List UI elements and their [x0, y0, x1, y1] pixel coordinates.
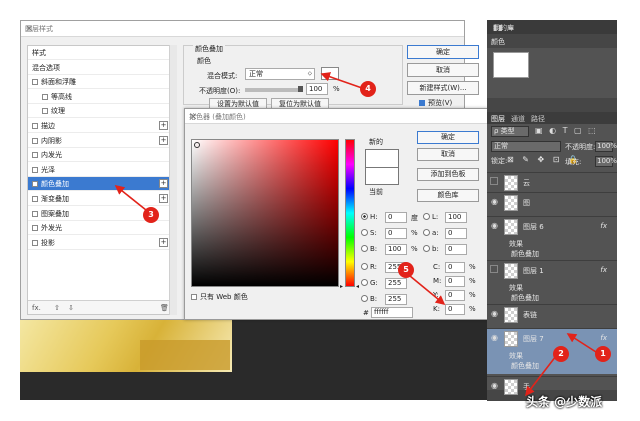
annotation-marker-1: 1 [595, 346, 611, 362]
annotation-arrow-3 [114, 185, 147, 211]
annotation-arrows [114, 72, 597, 397]
annotation-arrow-4 [320, 72, 363, 89]
annotation-arrow-1 [566, 333, 597, 353]
watermark: 头条 @少数派 [526, 395, 603, 409]
annotation-arrow-5 [409, 275, 446, 306]
annotation-marker-3: 3 [143, 207, 159, 223]
annotation-marker-5: 5 [398, 262, 414, 278]
annotation-marker-2: 2 [553, 346, 569, 362]
annotation-arrow-2 [525, 355, 557, 397]
annotation-marker-4: 4 [360, 81, 376, 97]
